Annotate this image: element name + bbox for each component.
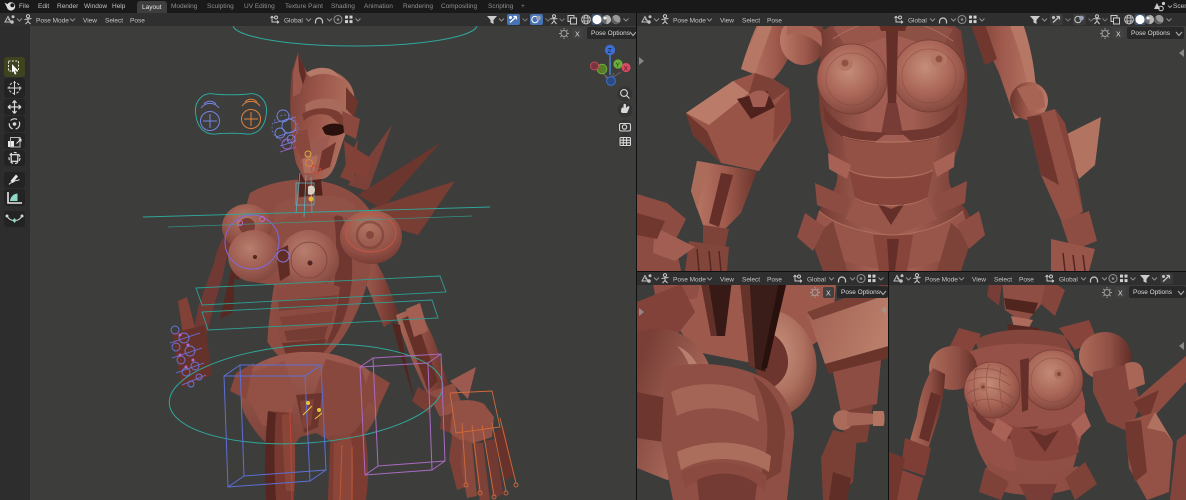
svg-text:Z: Z xyxy=(608,48,613,55)
svg-text:X: X xyxy=(1116,32,1121,39)
svg-text:View: View xyxy=(720,277,734,284)
svg-text:Global: Global xyxy=(807,277,826,284)
svg-text:Pose Mode: Pose Mode xyxy=(673,277,706,284)
svg-text:Select: Select xyxy=(105,18,123,25)
svg-text:Pose: Pose xyxy=(767,18,782,25)
svg-text:X: X xyxy=(1118,291,1123,298)
svg-text:Pose: Pose xyxy=(1019,277,1034,284)
svg-text:Y: Y xyxy=(616,62,621,69)
svg-text:View: View xyxy=(972,277,986,284)
svg-text:Global: Global xyxy=(908,18,927,25)
svg-text:X: X xyxy=(826,291,831,298)
svg-text:Select: Select xyxy=(994,277,1012,284)
svg-text:Pose Mode: Pose Mode xyxy=(673,18,706,25)
svg-text:View: View xyxy=(83,18,97,25)
svg-text:Pose Mode: Pose Mode xyxy=(925,277,958,284)
svg-text:Select: Select xyxy=(742,277,760,284)
svg-text:Pose Mode: Pose Mode xyxy=(36,18,69,25)
svg-text:Pose: Pose xyxy=(130,18,145,25)
svg-text:View: View xyxy=(720,18,734,25)
svg-text:X: X xyxy=(575,32,580,39)
svg-text:Select: Select xyxy=(742,18,760,25)
svg-text:X: X xyxy=(624,66,629,73)
svg-text:Global: Global xyxy=(1059,277,1078,284)
svg-text:Pose: Pose xyxy=(767,277,782,284)
svg-text:Global: Global xyxy=(284,18,303,25)
